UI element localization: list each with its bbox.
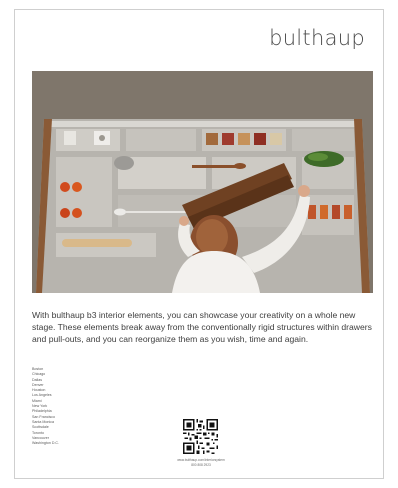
body-copy: With bulthaup b3 interior elements, you … xyxy=(32,310,372,344)
phone-number: 800 808 2923 xyxy=(191,463,211,467)
showroom-city-list: Boston Chicago Dallas Denver Houston Los… xyxy=(32,367,132,446)
advertisement-page: bulthaup With bulthaup b3 interior eleme… xyxy=(14,9,384,479)
brand-logo: bulthaup xyxy=(269,26,365,50)
qr-url-text: www.bulthaup.com/interiorsystem xyxy=(177,458,225,462)
city-item: Washington D.C. xyxy=(32,441,60,446)
qr-code-icon[interactable] xyxy=(183,419,218,454)
kitchen-drawer-photo xyxy=(32,71,373,293)
